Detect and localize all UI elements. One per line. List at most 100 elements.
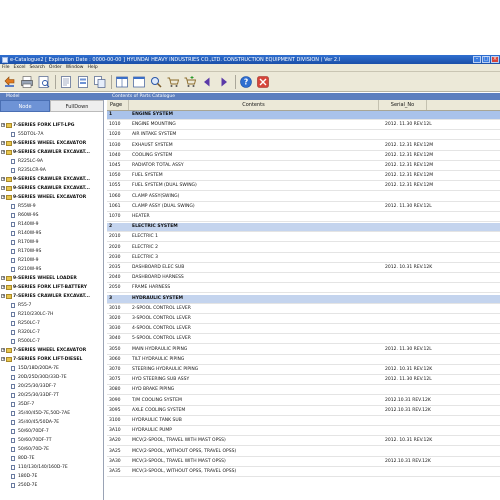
- tab-fulldown[interactable]: FullDown: [50, 100, 103, 112]
- expand-icon[interactable]: +: [1, 141, 5, 145]
- tree-model-item[interactable]: 15D/18D/20DA-7E: [0, 365, 100, 372]
- expand-icon[interactable]: +: [1, 123, 5, 127]
- tree-folder-item[interactable]: +7-SERIES FORK LIFT-LPG: [0, 122, 100, 129]
- menu-excel[interactable]: Excel: [12, 65, 28, 70]
- tree-model-item[interactable]: 180D-7E: [0, 473, 100, 480]
- close-window-button[interactable]: ×: [491, 56, 499, 63]
- table-row[interactable]: 3070 STEERING HYDRAULIC PIPING 2012. 10.31…: [107, 366, 500, 375]
- tree-model-item[interactable]: R225LC-9A: [0, 158, 100, 165]
- search-icon[interactable]: [149, 75, 163, 89]
- tree-model-item[interactable]: R170W-9S: [0, 248, 100, 255]
- table-row[interactable]: 1050 FUEL SYSTEM 2012. 12.31 REV.12M: [107, 172, 500, 182]
- table-row[interactable]: 2030 ELECTRIC 3: [107, 254, 500, 263]
- expand-icon[interactable]: +: [1, 357, 5, 361]
- cart-icon[interactable]: [166, 75, 180, 89]
- menu-file[interactable]: File: [0, 65, 12, 70]
- column-page[interactable]: Page: [107, 100, 129, 110]
- tree-model-item[interactable]: 55DTOL-7A: [0, 131, 100, 138]
- print-preview-icon[interactable]: [37, 75, 51, 89]
- tree-model-item[interactable]: R210/230LC-7H: [0, 311, 100, 318]
- tree-model-item[interactable]: R60W-9S: [0, 212, 100, 219]
- expand-icon[interactable]: +: [1, 195, 5, 199]
- table-group-row[interactable]: 2 ELECTRIC SYSTEM: [107, 223, 500, 233]
- table-row[interactable]: 1061 CLAMP ASSY (DUAL SWING) 2012. 11.30 R…: [107, 203, 500, 212]
- maximize-button[interactable]: □: [482, 56, 490, 63]
- table-row[interactable]: 2050 FRAME HARNESS: [107, 284, 500, 294]
- expand-icon[interactable]: +: [1, 150, 5, 154]
- tree-model-item[interactable]: 35/40/45/50DA-7E: [0, 419, 100, 426]
- tree-model-item[interactable]: 80D-7E: [0, 455, 100, 462]
- menu-order[interactable]: Order: [47, 65, 64, 70]
- tree-model-item[interactable]: 50/60/70DF-7T: [0, 437, 100, 444]
- tree-model-item[interactable]: R210W-9: [0, 257, 100, 264]
- tree-model-item[interactable]: R235LCR-9A: [0, 167, 100, 174]
- table-row[interactable]: 3A30 MCV(3-SPOOL, TRAVEL WITH MAST OPSS) 2…: [107, 458, 500, 467]
- tree-folder-item[interactable]: +9-SERIES WHEEL LOADER: [0, 275, 100, 282]
- tree-model-item[interactable]: R140W-9: [0, 221, 100, 228]
- tree-model-item[interactable]: R170W-9: [0, 239, 100, 246]
- table-row[interactable]: 1010 ENGINE MOUNTING 2012. 11.30 REV.12L: [107, 121, 500, 131]
- table-row[interactable]: 3060 TILT HYDRAULIC PIPING: [107, 356, 500, 365]
- close-icon[interactable]: [256, 75, 270, 89]
- tree-model-item[interactable]: R55W-9: [0, 203, 100, 210]
- tree-model-item[interactable]: 35/40/45D-7E,50D-7AE: [0, 410, 100, 417]
- table-row[interactable]: 1045 RADIATOR TOTAL ASSY 2012. 12.31 REV.1…: [107, 162, 500, 171]
- table-row[interactable]: 1070 HEATER: [107, 213, 500, 222]
- expand-icon[interactable]: +: [1, 186, 5, 190]
- table-row[interactable]: 3A25 MCV(2-SPOOL, WITHOUT OPSS, TRAVEL OP…: [107, 448, 500, 457]
- column-serial-no[interactable]: Serial_No: [379, 100, 427, 110]
- tree-model-item[interactable]: 35DF-7: [0, 401, 100, 408]
- expand-icon[interactable]: +: [1, 348, 5, 352]
- window-icon[interactable]: [132, 75, 146, 89]
- table-row[interactable]: 1030 EXHAUST SYSTEM 2012. 12.31 REV.12M: [107, 142, 500, 151]
- expand-icon[interactable]: +: [1, 294, 5, 298]
- table-row[interactable]: 3A10 HYDRAULIC PUMP: [107, 427, 500, 437]
- table-row[interactable]: 3090 T/M COOLING SYSTEM 2012.10.31 REV.12K: [107, 397, 500, 406]
- table-row[interactable]: 3010 2-SPOOL CONTROL LEVER: [107, 305, 500, 314]
- tree-folder-item[interactable]: +7-SERIES CRAWLER EXCAVAT...: [0, 293, 100, 300]
- document-list-icon[interactable]: [76, 75, 90, 89]
- table-row[interactable]: 3A20 MCV(2-SPOOL, TRAVEL WITH MAST OPSS) 2…: [107, 437, 500, 447]
- tab-node[interactable]: Node: [0, 100, 50, 112]
- tree-model-item[interactable]: 250D-7E: [0, 482, 100, 489]
- table-group-row[interactable]: 3 HYDRAULIC SYSTEM: [107, 294, 500, 304]
- table-row[interactable]: 3A35 MCV(3-SPOOL, WITHOUT OPSS, TRAVEL OP…: [107, 468, 500, 477]
- tree-folder-item[interactable]: +9-SERIES WHEEL EXCAVATOR: [0, 140, 100, 147]
- tree-model-item[interactable]: 50/60/70DF-7: [0, 428, 100, 435]
- table-row[interactable]: 2010 ELECTRIC 1: [107, 233, 500, 243]
- tree-folder-item[interactable]: +9-SERIES FORK LIFT-BATTERY: [0, 284, 100, 291]
- table-group-row[interactable]: 1 ENGINE SYSTEM: [107, 111, 500, 120]
- table-row[interactable]: 2040 DASHBOARD HARNESS: [107, 274, 500, 284]
- dual-window-icon[interactable]: [115, 75, 129, 89]
- help-icon[interactable]: ?: [239, 75, 253, 89]
- tree-folder-item[interactable]: +9-SERIES CRAWLER EXCAVAT...: [0, 149, 100, 156]
- tree-folder-item[interactable]: +7-SERIES WHEEL EXCAVATOR: [0, 347, 100, 354]
- tree-model-item[interactable]: R250LC-7: [0, 320, 100, 327]
- previous-icon[interactable]: [200, 75, 214, 89]
- back-arrow-icon[interactable]: [3, 75, 17, 89]
- tree-model-item[interactable]: 20/25/30/33DF-7T: [0, 392, 100, 399]
- column-revision[interactable]: [427, 100, 500, 110]
- table-row[interactable]: 3100 HYDRAULIC TANK SUB: [107, 417, 500, 426]
- tree-model-item[interactable]: R55-7: [0, 302, 100, 309]
- table-row[interactable]: 3030 4-SPOOL CONTROL LEVER: [107, 325, 500, 335]
- tree-folder-item[interactable]: +9-SERIES CRAWLER EXCAVAT...: [0, 185, 100, 192]
- tree-folder-item[interactable]: +9-SERIES WHEEL EXCAVATOR: [0, 194, 100, 201]
- table-row[interactable]: 3050 MAIN HYDRAULIC PIPING 2012. 11.30 REV…: [107, 346, 500, 355]
- table-row[interactable]: 1060 CLAMP ASSY(SWING): [107, 193, 500, 202]
- table-row[interactable]: 3020 3-SPOOL CONTROL LEVER: [107, 315, 500, 324]
- print-icon[interactable]: [20, 75, 34, 89]
- menu-help[interactable]: Help: [85, 65, 99, 70]
- cart-add-icon[interactable]: [183, 75, 197, 89]
- menu-window[interactable]: Window: [64, 65, 86, 70]
- tree-model-item[interactable]: R320LC-7: [0, 329, 100, 336]
- tree-folder-item[interactable]: +7-SERIES FORK LIFT-DIESEL: [0, 356, 100, 363]
- expand-icon[interactable]: +: [1, 276, 5, 280]
- tree-model-item[interactable]: R500LC-7: [0, 338, 100, 345]
- table-row[interactable]: 3040 5-SPOOL CONTROL LEVER: [107, 335, 500, 345]
- tree-model-item[interactable]: R210W-9S: [0, 266, 100, 273]
- copy-icon[interactable]: [93, 75, 107, 89]
- expand-icon[interactable]: +: [1, 177, 5, 181]
- tree-model-item[interactable]: 20/25/30/33DF-7: [0, 383, 100, 390]
- table-row[interactable]: 3075 HYD STEERING SUB ASSY 2012. 11.30 REV…: [107, 376, 500, 386]
